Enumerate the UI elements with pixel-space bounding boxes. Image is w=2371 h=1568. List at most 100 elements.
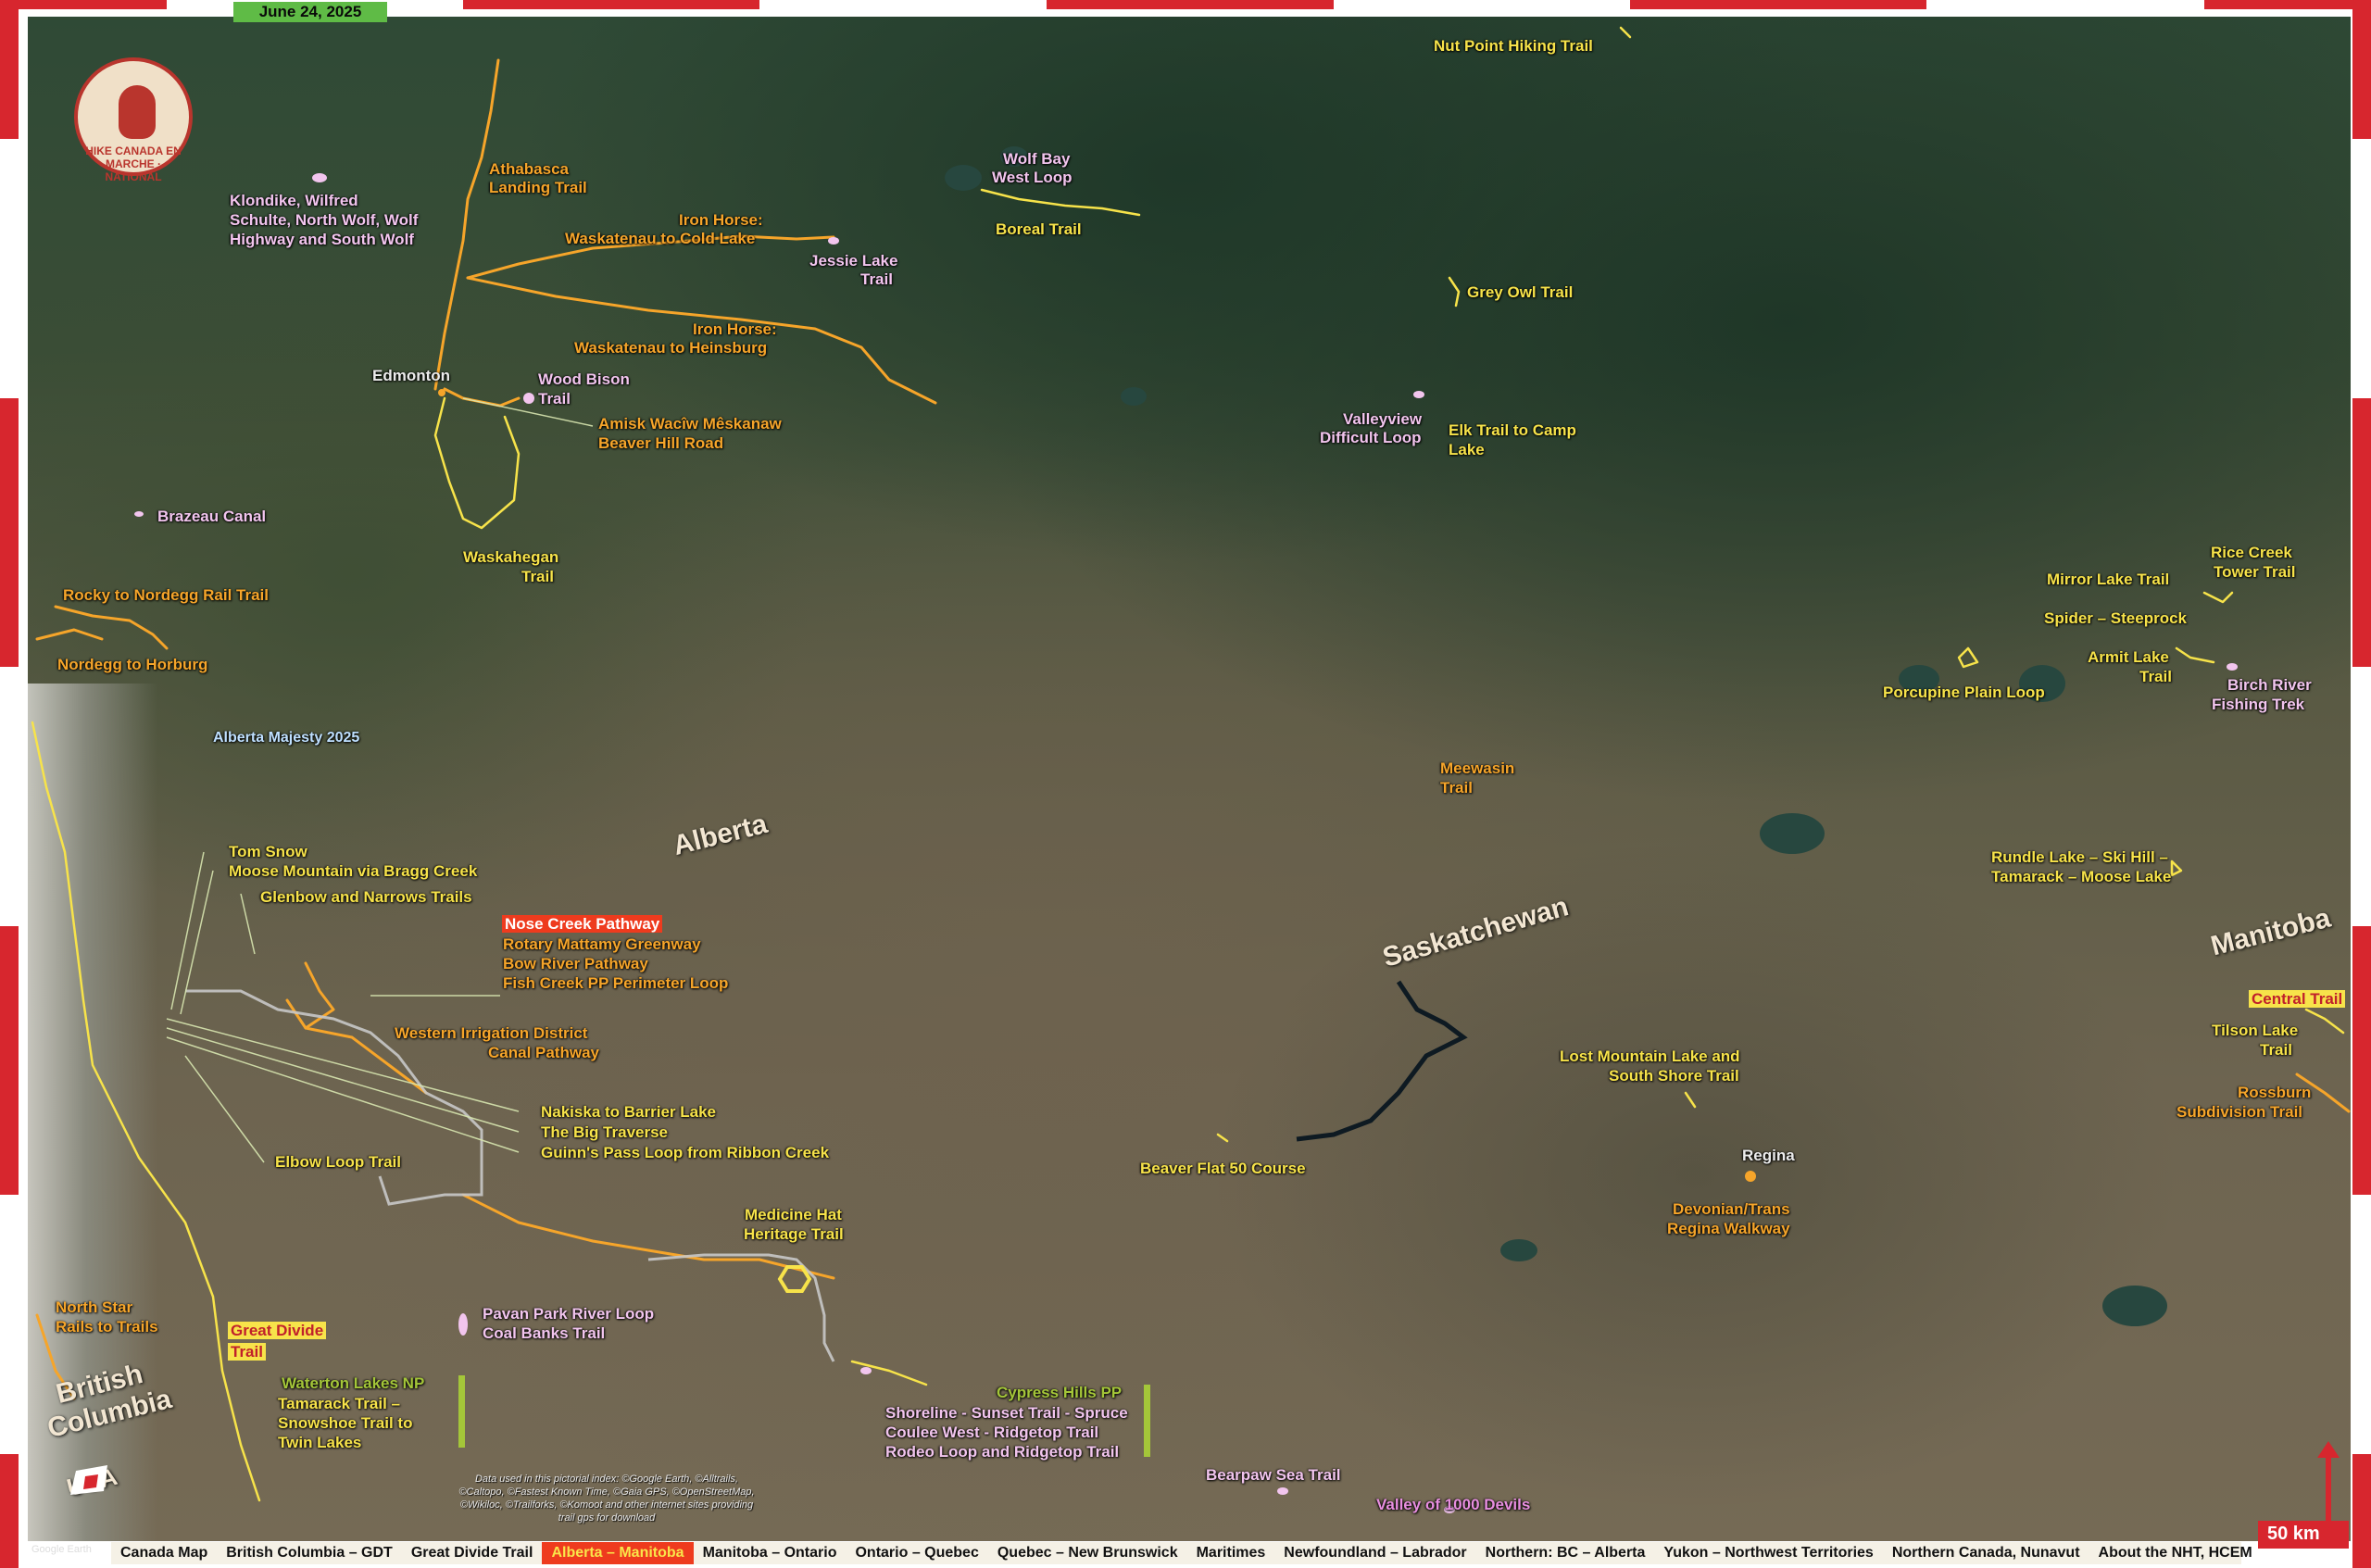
- trail-athabasca-2[interactable]: Landing Trail: [489, 179, 587, 197]
- trail-north-star-2[interactable]: Rails to Trails: [56, 1318, 158, 1336]
- trail-rundle-2[interactable]: Tamarack – Moose Lake: [1991, 868, 2171, 886]
- nav-item-3[interactable]: Alberta – Manitoba: [542, 1542, 694, 1564]
- trail-nose-creek[interactable]: Nose Creek Pathway: [502, 915, 663, 934]
- trail-rocky-nordegg[interactable]: Rocky to Nordegg Rail Trail: [63, 586, 269, 605]
- logo-text: HIKE CANADA EN MARCHE · NATIONAL: [85, 144, 182, 183]
- nav-item-0[interactable]: Canada Map: [111, 1542, 217, 1564]
- trail-armit-1[interactable]: Armit Lake: [2088, 648, 2169, 667]
- trail-tamarack-2[interactable]: Snowshoe Trail to: [278, 1414, 412, 1433]
- trail-wood-bison-1[interactable]: Wood Bison: [538, 370, 630, 389]
- trail-waterton-np[interactable]: Waterton Lakes NP: [282, 1374, 424, 1393]
- trail-cypress-pp[interactable]: Cypress Hills PP: [997, 1384, 1122, 1402]
- trail-north-star-1[interactable]: North Star: [56, 1298, 132, 1317]
- trail-beaver-flat[interactable]: Beaver Flat 50 Course: [1140, 1160, 1306, 1178]
- trail-medicine-hat-2[interactable]: Heritage Trail: [744, 1225, 844, 1244]
- trail-medicine-hat-1[interactable]: Medicine Hat: [745, 1206, 842, 1224]
- trail-alberta-majesty[interactable]: Alberta Majesty 2025: [213, 729, 359, 747]
- trail-western-irrigation-1[interactable]: Western Irrigation District: [395, 1024, 587, 1043]
- trail-valleyview-1[interactable]: Valleyview: [1343, 410, 1422, 429]
- trail-wolf-bay-2[interactable]: West Loop: [992, 169, 1073, 187]
- trail-tilson-1[interactable]: Tilson Lake: [2212, 1022, 2298, 1040]
- nav-item-2[interactable]: Great Divide Trail: [402, 1542, 543, 1564]
- trail-glenbow[interactable]: Glenbow and Narrows Trails: [260, 888, 472, 907]
- trail-devonian-1[interactable]: Devonian/Trans: [1673, 1200, 1790, 1219]
- trail-elk-2[interactable]: Lake: [1449, 441, 1485, 459]
- nav-item-6[interactable]: Quebec – New Brunswick: [988, 1542, 1187, 1564]
- trail-rossburn-1[interactable]: Rossburn: [2238, 1084, 2311, 1102]
- trail-shoreline-1[interactable]: Shoreline - Sunset Trail - Spruce: [885, 1404, 1128, 1423]
- trail-iron-horse-cold-1[interactable]: Iron Horse:: [679, 211, 763, 230]
- trail-meewasin-2[interactable]: Trail: [1440, 779, 1473, 797]
- trail-nordegg-horburg[interactable]: Nordegg to Horburg: [57, 656, 207, 674]
- nav-item-12[interactable]: About the NHT, HCEM: [2089, 1542, 2262, 1564]
- trail-nakiska[interactable]: Nakiska to Barrier Lake: [541, 1103, 716, 1122]
- trail-armit-2[interactable]: Trail: [2139, 668, 2172, 686]
- nav-item-9[interactable]: Northern: BC – Alberta: [1476, 1542, 1655, 1564]
- trail-shoreline-2[interactable]: Coulee West - Ridgetop Trail: [885, 1424, 1098, 1442]
- trail-tilson-2[interactable]: Trail: [2260, 1041, 2292, 1060]
- nav-item-4[interactable]: Manitoba – Ontario: [694, 1542, 847, 1564]
- trail-grey-owl[interactable]: Grey Owl Trail: [1467, 283, 1573, 302]
- trail-tom-snow[interactable]: Tom Snow: [229, 843, 307, 861]
- trail-central[interactable]: Central Trail: [2249, 990, 2346, 1009]
- trail-spider[interactable]: Spider – Steeprock: [2044, 609, 2187, 628]
- nav-item-8[interactable]: Newfoundland – Labrador: [1274, 1542, 1475, 1564]
- trail-pavan-2[interactable]: Coal Banks Trail: [483, 1324, 605, 1343]
- trail-athabasca-1[interactable]: Athabasca: [489, 160, 569, 179]
- trail-klondike-3[interactable]: Highway and South Wolf: [230, 231, 414, 249]
- trail-jessie-2[interactable]: Trail: [860, 270, 893, 289]
- trail-guinns-pass[interactable]: Guinn's Pass Loop from Ribbon Creek: [541, 1144, 829, 1162]
- trail-birch-2[interactable]: Fishing Trek: [2212, 696, 2304, 714]
- trail-waskahegan-2[interactable]: Trail: [521, 568, 554, 586]
- trail-birch-1[interactable]: Birch River: [2227, 676, 2312, 695]
- trail-shoreline-3[interactable]: Rodeo Loop and Ridgetop Trail: [885, 1443, 1119, 1461]
- trail-klondike-2[interactable]: Schulte, North Wolf, Wolf: [230, 211, 418, 230]
- trail-rotary[interactable]: Rotary Mattamy Greenway: [503, 935, 701, 954]
- trail-great-divide-1[interactable]: Great Divide: [228, 1322, 327, 1340]
- trail-elk-1[interactable]: Elk Trail to Camp: [1449, 421, 1576, 440]
- trail-bearpaw[interactable]: Bearpaw Sea Trail: [1206, 1466, 1341, 1485]
- trail-valleyview-2[interactable]: Difficult Loop: [1320, 429, 1422, 447]
- trail-tamarack-1[interactable]: Tamarack Trail –: [278, 1395, 400, 1413]
- trail-iron-horse-heins-2[interactable]: Waskatenau to Heinsburg: [574, 339, 767, 358]
- trail-jessie-1[interactable]: Jessie Lake: [809, 252, 897, 270]
- trail-meewasin-1[interactable]: Meewasin: [1440, 759, 1514, 778]
- nav-item-7[interactable]: Maritimes: [1187, 1542, 1275, 1564]
- trail-wood-bison-2[interactable]: Trail: [538, 390, 571, 408]
- trail-porcupine[interactable]: Porcupine Plain Loop: [1883, 684, 2045, 702]
- nav-item-10[interactable]: Yukon – Northwest Territories: [1654, 1542, 1882, 1564]
- trail-mirror-lake[interactable]: Mirror Lake Trail: [2047, 571, 2169, 589]
- nav-item-5[interactable]: Ontario – Quebec: [846, 1542, 987, 1564]
- trail-big-traverse[interactable]: The Big Traverse: [541, 1123, 668, 1142]
- trail-iron-horse-heins-1[interactable]: Iron Horse:: [693, 320, 777, 339]
- trail-amisk-1[interactable]: Amisk Wacîw Mêskanaw: [598, 415, 782, 433]
- trail-brazeau[interactable]: Brazeau Canal: [157, 508, 266, 526]
- trail-elbow-loop[interactable]: Elbow Loop Trail: [275, 1153, 401, 1172]
- trail-waskahegan-1[interactable]: Waskahegan: [463, 548, 558, 567]
- trail-bow-river[interactable]: Bow River Pathway: [503, 955, 648, 973]
- trail-iron-horse-cold-2[interactable]: Waskatenau to Cold Lake: [565, 230, 755, 248]
- trail-boreal[interactable]: Boreal Trail: [996, 220, 1082, 239]
- trail-amisk-2[interactable]: Beaver Hill Road: [598, 434, 723, 453]
- trail-tamarack-3[interactable]: Twin Lakes: [278, 1434, 361, 1452]
- trail-western-irrigation-2[interactable]: Canal Pathway: [488, 1044, 599, 1062]
- trail-rundle-1[interactable]: Rundle Lake – Ski Hill –: [1991, 848, 2168, 867]
- trail-great-divide-2[interactable]: Trail: [228, 1343, 266, 1361]
- trail-lost-mountain-1[interactable]: Lost Mountain Lake and: [1560, 1047, 1740, 1066]
- trail-fish-creek[interactable]: Fish Creek PP Perimeter Loop: [503, 974, 728, 993]
- trail-lost-mountain-2[interactable]: South Shore Trail: [1609, 1067, 1739, 1085]
- trail-moose-mountain[interactable]: Moose Mountain via Bragg Creek: [229, 862, 477, 881]
- trail-pavan-1[interactable]: Pavan Park River Loop: [483, 1305, 654, 1323]
- trail-wolf-bay-1[interactable]: Wolf Bay: [1003, 150, 1070, 169]
- trail-valley-1000[interactable]: Valley of 1000 Devils: [1376, 1496, 1530, 1514]
- trail-nut-point[interactable]: Nut Point Hiking Trail: [1434, 37, 1593, 56]
- trail-rice-creek-1[interactable]: Rice Creek: [2211, 544, 2292, 562]
- nav-item-1[interactable]: British Columbia – GDT: [217, 1542, 402, 1564]
- hike-canada-logo[interactable]: HIKE CANADA EN MARCHE · NATIONAL: [74, 57, 193, 183]
- trail-rice-creek-2[interactable]: Tower Trail: [2214, 563, 2296, 582]
- date-badge: June 24, 2025: [233, 2, 387, 22]
- trail-rossburn-2[interactable]: Subdivision Trail: [2177, 1103, 2302, 1122]
- trail-devonian-2[interactable]: Regina Walkway: [1667, 1220, 1790, 1238]
- trail-klondike-1[interactable]: Klondike, Wilfred: [230, 192, 358, 210]
- nav-item-11[interactable]: Northern Canada, Nunavut: [1883, 1542, 2089, 1564]
